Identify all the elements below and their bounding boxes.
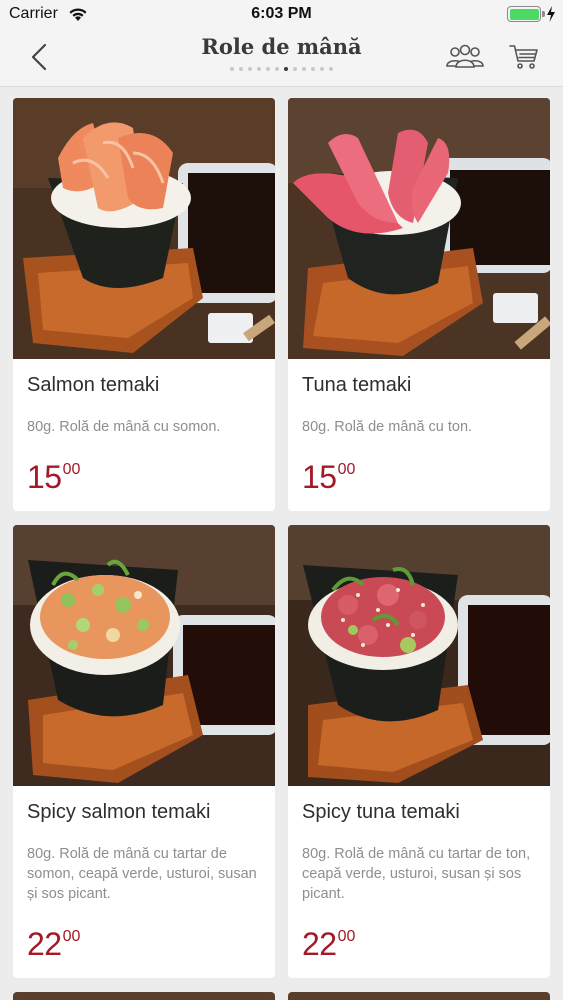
page-dot[interactable] bbox=[320, 67, 324, 71]
page-dot[interactable] bbox=[293, 67, 297, 71]
product-name: Tuna temaki bbox=[302, 374, 412, 396]
price-integer: 15 bbox=[27, 459, 62, 495]
price-decimals: 00 bbox=[62, 461, 81, 478]
price-integer: 22 bbox=[302, 926, 337, 962]
product-price: 2200 bbox=[27, 926, 80, 963]
page-dot[interactable] bbox=[230, 67, 234, 71]
charging-bolt-icon bbox=[547, 6, 555, 22]
page-dot-active[interactable] bbox=[284, 67, 288, 71]
page-dot[interactable] bbox=[329, 67, 333, 71]
product-name: Spicy tuna temaki bbox=[302, 801, 460, 823]
tuna-temaki-photo bbox=[288, 98, 550, 359]
spicy-salmon-temaki-photo bbox=[13, 525, 275, 786]
page-dot[interactable] bbox=[275, 67, 279, 71]
product-name: Spicy salmon temaki bbox=[27, 801, 211, 823]
product-description: 80g. Rolă de mână cu ton. bbox=[302, 419, 473, 435]
shopping-cart-icon[interactable] bbox=[508, 41, 540, 73]
product-price: 1500 bbox=[27, 459, 80, 496]
product-description: 80g. Rolă de mână cu tartar de somon, ce… bbox=[27, 846, 257, 902]
status-bar: Carrier 6:03 PM bbox=[0, 0, 563, 30]
page-dot[interactable] bbox=[248, 67, 252, 71]
product-card-partial[interactable] bbox=[13, 992, 275, 1000]
battery-cap bbox=[542, 11, 545, 17]
price-decimals: 00 bbox=[337, 928, 356, 945]
product-card[interactable]: Tuna temaki 80g. Rolă de mână cu ton. 15… bbox=[288, 98, 550, 511]
salmon-temaki-photo bbox=[13, 98, 275, 359]
product-name: Salmon temaki bbox=[27, 374, 160, 396]
product-price: 1500 bbox=[302, 459, 355, 496]
page-dot[interactable] bbox=[239, 67, 243, 71]
product-description: 80g. Rolă de mână cu somon. bbox=[27, 419, 221, 435]
price-integer: 15 bbox=[302, 459, 337, 495]
page-dot[interactable] bbox=[311, 67, 315, 71]
product-description: 80g. Rolă de mână cu tartar de ton, ceap… bbox=[302, 846, 531, 902]
product-card[interactable]: Spicy tuna temaki 80g. Rolă de mână cu t… bbox=[288, 525, 550, 978]
page-dot[interactable] bbox=[266, 67, 270, 71]
product-card[interactable]: Spicy salmon temaki 80g. Rolă de mână cu… bbox=[13, 525, 275, 978]
page-dot[interactable] bbox=[257, 67, 261, 71]
status-time: 6:03 PM bbox=[251, 5, 312, 22]
page-dot[interactable] bbox=[302, 67, 306, 71]
product-card[interactable]: Salmon temaki 80g. Rolă de mână cu somon… bbox=[13, 98, 275, 511]
price-integer: 22 bbox=[27, 926, 62, 962]
spicy-tuna-temaki-photo bbox=[288, 525, 550, 786]
navigation-bar: Role de mână bbox=[0, 30, 563, 87]
people-group-icon[interactable] bbox=[444, 42, 486, 72]
battery-icon bbox=[507, 6, 541, 22]
price-decimals: 00 bbox=[337, 461, 356, 478]
product-card-partial[interactable] bbox=[288, 992, 550, 1000]
price-decimals: 00 bbox=[62, 928, 81, 945]
battery-level-fill bbox=[509, 8, 539, 20]
product-price: 2200 bbox=[302, 926, 355, 963]
